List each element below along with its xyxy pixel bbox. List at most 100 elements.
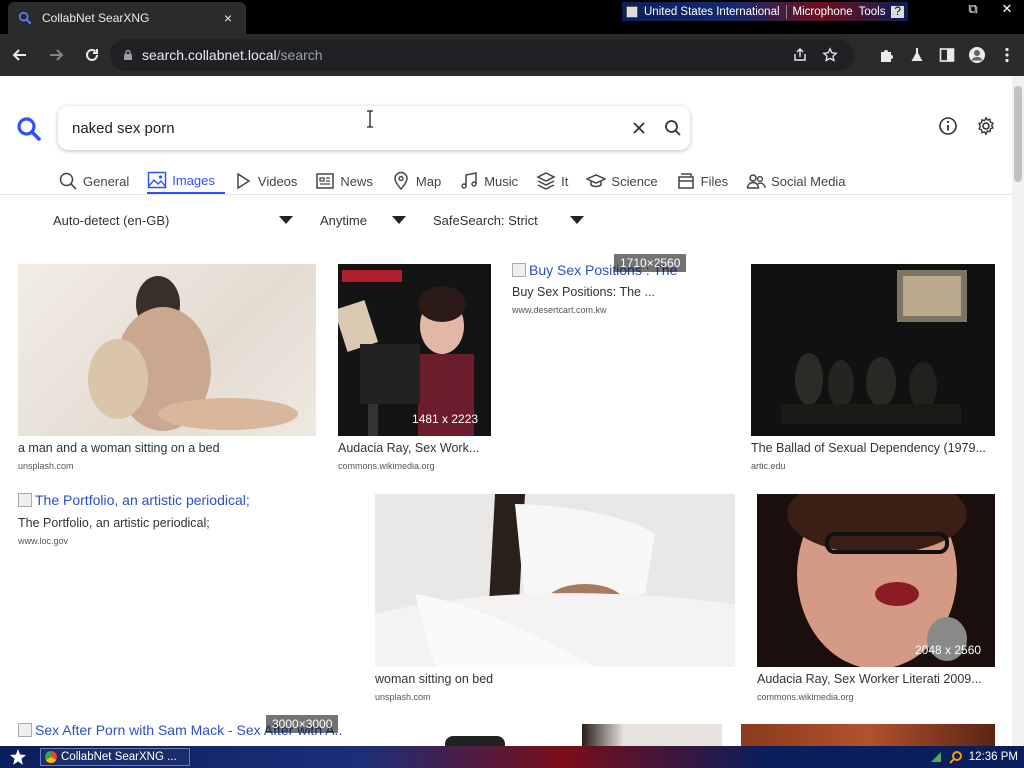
result-thumbnail[interactable] — [445, 736, 505, 746]
tab-it[interactable]: It — [536, 168, 578, 194]
gear-icon[interactable] — [976, 116, 996, 136]
result-title[interactable]: The Portfolio, an artistic periodical; — [18, 516, 258, 530]
safesearch-select[interactable]: SafeSearch: Strict — [433, 210, 538, 230]
language-label[interactable]: United States International — [644, 6, 780, 18]
result-title[interactable]: a man and a woman sitting on a bed — [18, 441, 316, 455]
tab-science[interactable]: Science — [586, 168, 667, 194]
result-thumbnail[interactable] — [741, 724, 995, 746]
help-button[interactable]: ? — [891, 5, 904, 18]
broken-image-link[interactable]: The Portfolio, an artistic periodical; — [18, 492, 258, 508]
result-thumbnail[interactable] — [751, 264, 995, 436]
search-tray-icon[interactable] — [949, 750, 963, 764]
result-title[interactable]: Audacia Ray, Sex Work... — [338, 441, 491, 455]
reload-button[interactable] — [76, 39, 108, 71]
tab-videos[interactable]: Videos — [233, 168, 308, 194]
result-thumbnail[interactable]: 2048 x 2560 — [757, 494, 995, 667]
clock[interactable]: 12:36 PM — [969, 751, 1018, 763]
layers-icon — [536, 172, 556, 190]
tab-general[interactable]: General — [58, 168, 139, 194]
divider — [0, 194, 1012, 195]
arrow-right-icon — [50, 49, 64, 61]
search-box: naked sex porn — [58, 106, 690, 150]
sidebar-icon[interactable] — [938, 46, 956, 64]
tab-label: Videos — [257, 173, 298, 189]
caret-down-icon[interactable] — [392, 216, 406, 224]
image-dimensions: 2048 x 2560 — [915, 643, 982, 657]
result-thumbnail[interactable] — [375, 494, 735, 667]
graduation-cap-icon — [586, 174, 607, 188]
result-title[interactable]: Audacia Ray, Sex Worker Literati 2009... — [757, 672, 995, 686]
result-source: commons.wikimedia.org — [757, 692, 854, 702]
tab-title: CollabNet SearXNG — [42, 11, 150, 25]
microphone-button[interactable]: Microphone — [793, 6, 853, 18]
tab-map[interactable]: Map — [391, 168, 451, 194]
close-window-button[interactable]: ✕ — [990, 0, 1024, 20]
broken-image-icon — [512, 263, 526, 277]
result-image — [88, 276, 298, 431]
puzzle-icon[interactable] — [878, 46, 896, 64]
browser-tab[interactable]: CollabNet SearXNG × — [8, 2, 246, 34]
play-icon — [237, 172, 251, 190]
tab-images[interactable]: Images — [147, 168, 225, 194]
tab-label: General — [83, 173, 130, 189]
image-dimensions: 1710×2560 — [614, 254, 687, 272]
result-image — [375, 494, 735, 667]
tab-music[interactable]: Music — [459, 168, 528, 194]
tab-close-button[interactable]: × — [220, 10, 236, 26]
result-thumbnail[interactable] — [582, 724, 722, 746]
tab-label: It — [561, 173, 569, 189]
star-icon[interactable] — [822, 47, 838, 63]
result-image — [781, 270, 967, 424]
tab-news[interactable]: News — [315, 168, 383, 194]
address-bar[interactable]: search.collabnet.local/search — [110, 39, 854, 71]
back-button[interactable] — [4, 39, 36, 71]
searxng-logo-icon[interactable] — [16, 116, 42, 142]
scrollbar-thumb[interactable] — [1014, 86, 1022, 182]
result-thumbnail[interactable] — [18, 264, 316, 436]
search-icon — [59, 172, 77, 190]
arrow-left-icon — [12, 49, 26, 61]
result-title[interactable]: The Ballad of Sexual Dependency (1979... — [751, 441, 995, 455]
kebab-menu-icon[interactable] — [998, 46, 1016, 64]
language-select[interactable]: Auto-detect (en-GB) — [53, 210, 169, 230]
searxng-page: naked sex porn General Images Videos New… — [0, 76, 1012, 746]
caret-down-icon[interactable] — [279, 216, 293, 224]
image-dimensions: 3000×3000 — [266, 715, 339, 733]
search-input[interactable]: naked sex porn — [72, 120, 622, 137]
page-scrollbar[interactable] — [1012, 76, 1024, 746]
share-icon[interactable] — [792, 47, 808, 63]
result-thumbnail[interactable]: 1481 x 2223 — [338, 264, 491, 436]
info-icon[interactable] — [938, 116, 958, 136]
taskbar: CollabNet SearXNG ... 12:36 PM — [0, 746, 1024, 768]
result-source: www.loc.gov — [18, 536, 69, 546]
clear-search-button[interactable] — [622, 119, 656, 137]
tab-files[interactable]: Files — [676, 168, 738, 194]
system-tray: 12:36 PM — [929, 746, 1024, 768]
keyboard-icon — [626, 5, 638, 18]
reload-icon — [86, 48, 98, 61]
network-icon[interactable] — [929, 750, 943, 764]
tools-button[interactable]: Tools — [859, 6, 886, 18]
broken-image-icon — [18, 723, 32, 737]
search-submit-button[interactable] — [656, 119, 690, 137]
profile-avatar-icon[interactable] — [968, 46, 986, 64]
tab-social-media[interactable]: Social Media — [746, 168, 855, 194]
result-title[interactable]: Buy Sex Positions: The ... — [512, 285, 672, 299]
image-dimensions: 1481 x 2223 — [412, 412, 479, 426]
tab-label: Science — [611, 173, 658, 189]
start-button[interactable] — [0, 746, 36, 768]
url-path: /search — [276, 47, 323, 63]
result-source: commons.wikimedia.org — [338, 461, 435, 471]
tab-label: News — [340, 173, 373, 189]
flask-icon[interactable] — [908, 46, 926, 64]
caret-down-icon[interactable] — [570, 216, 584, 224]
files-icon — [677, 173, 694, 189]
forward-button[interactable] — [40, 39, 72, 71]
result-title[interactable]: woman sitting on bed — [375, 672, 735, 686]
newspaper-icon — [316, 173, 335, 189]
time-range-select[interactable]: Anytime — [320, 210, 367, 230]
tab-label: Social Media — [771, 173, 846, 189]
taskbar-browser-button[interactable]: CollabNet SearXNG ... — [40, 748, 190, 766]
restore-button[interactable]: ⧉ — [956, 0, 990, 20]
close-icon — [633, 122, 645, 134]
